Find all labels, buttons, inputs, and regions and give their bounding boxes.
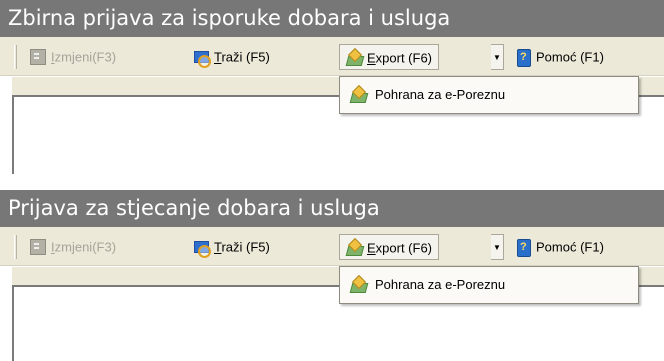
help-icon bbox=[515, 238, 531, 257]
menu-item-e-porezna[interactable]: Pohrana za e-Poreznu bbox=[350, 83, 505, 107]
edit-button[interactable]: Izmjeni(F3) bbox=[30, 44, 116, 70]
export-button[interactable]: Export (F6) bbox=[339, 234, 440, 260]
export-icon bbox=[346, 240, 362, 256]
export-dropdown-arrow[interactable]: ▼ bbox=[491, 44, 504, 70]
toolbar-grip[interactable] bbox=[14, 235, 17, 259]
toolbar: Izmjeni(F3) Traži (F5) Export (F6) ▼ Pom… bbox=[0, 37, 664, 76]
export-dropdown-menu: Pohrana za e-Poreznu bbox=[339, 266, 639, 304]
window-title: Prijava za stjecanje dobara i usluga bbox=[0, 190, 664, 227]
export-dropdown-arrow[interactable]: ▼ bbox=[491, 234, 504, 260]
help-icon bbox=[515, 48, 531, 67]
find-icon bbox=[193, 239, 211, 258]
toolbar: Izmjeni(F3) Traži (F5) Export (F6) ▼ Pom… bbox=[0, 227, 664, 266]
edit-button[interactable]: Izmjeni(F3) bbox=[30, 234, 116, 260]
find-button[interactable]: Traži (F5) bbox=[193, 44, 270, 70]
edit-icon bbox=[30, 238, 46, 255]
export-button[interactable]: Export (F6) bbox=[339, 44, 440, 70]
export-panel-acquisition: Prijava za stjecanje dobara i usluga Izm… bbox=[0, 190, 664, 361]
menu-item-e-porezna[interactable]: Pohrana za e-Poreznu bbox=[350, 273, 505, 297]
export-icon bbox=[346, 50, 362, 66]
edit-icon bbox=[30, 48, 46, 65]
export-icon bbox=[350, 277, 366, 293]
find-icon bbox=[193, 49, 211, 68]
toolbar-grip[interactable] bbox=[14, 45, 17, 69]
help-button[interactable]: Pomoć (F1) bbox=[515, 234, 604, 260]
export-icon bbox=[350, 87, 366, 103]
export-dropdown-menu: Pohrana za e-Poreznu bbox=[339, 76, 639, 114]
find-button[interactable]: Traži (F5) bbox=[193, 234, 270, 260]
help-button[interactable]: Pomoć (F1) bbox=[515, 44, 604, 70]
window-title: Zbirna prijava za isporuke dobara i uslu… bbox=[0, 0, 664, 37]
export-panel-summary: Zbirna prijava za isporuke dobara i uslu… bbox=[0, 0, 664, 174]
